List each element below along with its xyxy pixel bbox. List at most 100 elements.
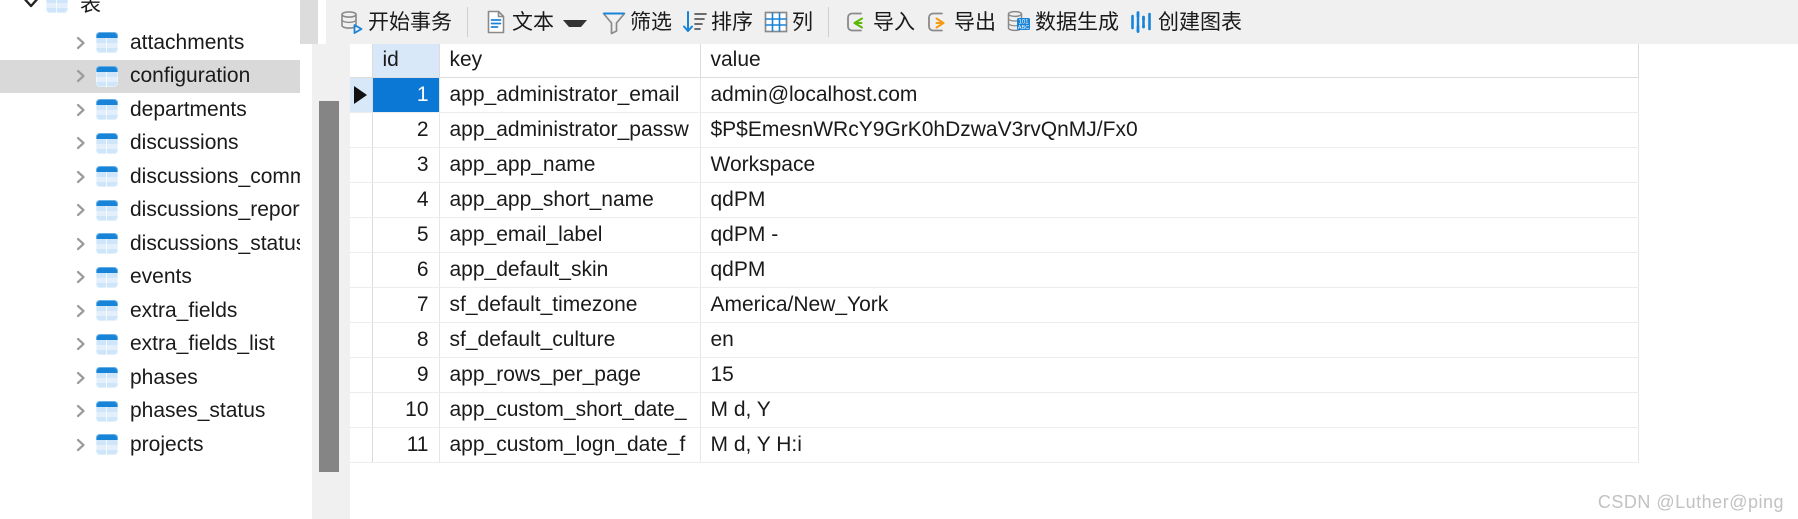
table-row[interactable]: 8 sf_default_culture en (350, 322, 1639, 358)
cell-key[interactable]: app_administrator_passw (439, 112, 701, 148)
table-row[interactable]: 6 app_default_skin qdPM (350, 252, 1639, 288)
tree-root-tables[interactable]: 表 (0, 0, 300, 26)
chevron-right-icon[interactable] (68, 135, 94, 151)
cell-value[interactable]: en (700, 322, 1639, 358)
cell-value[interactable]: $P$EmesnWRcY9GrK0hDzwaV3rvQnMJ/Fx0 (700, 112, 1639, 148)
sidebar-item-events[interactable]: events (0, 261, 300, 295)
sidebar-item-projects[interactable]: projects (0, 428, 300, 462)
row-gutter-cell[interactable] (350, 77, 373, 113)
row-gutter-cell[interactable] (350, 147, 373, 183)
toolbar-begin-transaction-button[interactable]: 开始事务 (334, 4, 457, 40)
table-row[interactable]: 9 app_rows_per_page 15 (350, 357, 1639, 393)
cell-key[interactable]: sf_default_timezone (439, 287, 701, 323)
table-row[interactable]: 2 app_administrator_passw $P$EmesnWRcY9GrK… (350, 112, 1639, 148)
cell-value[interactable]: qdPM - (700, 217, 1639, 253)
cell-id[interactable]: 1 (372, 77, 440, 113)
cell-value[interactable]: qdPM (700, 182, 1639, 218)
cell-key[interactable]: app_custom_short_date_ (439, 392, 701, 428)
toolbar-sort-button[interactable]: 排序 (677, 4, 758, 40)
chevron-right-icon[interactable] (68, 102, 94, 118)
chevron-right-icon[interactable] (68, 236, 94, 252)
cell-value[interactable]: America/New_York (700, 287, 1639, 323)
table-row[interactable]: 7 sf_default_timezone America/New_York (350, 287, 1639, 323)
cell-id[interactable]: 9 (372, 357, 440, 393)
toolbar-export-button[interactable]: 导出 (920, 4, 1001, 40)
row-gutter-cell[interactable] (350, 322, 373, 358)
toolbar-import-button[interactable]: 导入 (839, 4, 920, 40)
object-tree-sidebar[interactable]: 表 attachments configuration departments … (0, 0, 300, 519)
cell-id[interactable]: 7 (372, 287, 440, 323)
row-gutter-cell[interactable] (350, 182, 373, 218)
table-row[interactable]: 3 app_app_name Workspace (350, 147, 1639, 183)
cell-key[interactable]: app_rows_per_page (439, 357, 701, 393)
table-row[interactable]: 1 app_administrator_email admin@localhost.… (350, 77, 1639, 113)
chevron-down-icon[interactable] (18, 0, 44, 12)
grid-scrollbar-thumb[interactable] (319, 101, 339, 472)
cell-value[interactable]: Workspace (700, 147, 1639, 183)
grid-toolbar[interactable]: 开始事务 文本 筛选 排序 列 导入 导出 101 ABC 数据生成 创建图表 (326, 0, 1798, 44)
cell-value[interactable]: M d, Y (700, 392, 1639, 428)
cell-key[interactable]: sf_default_culture (439, 322, 701, 358)
toolbar-text-view-button[interactable]: 文本 (478, 4, 596, 40)
row-gutter-cell[interactable] (350, 392, 373, 428)
cell-key[interactable]: app_custom_logn_date_f (439, 427, 701, 463)
data-grid[interactable]: id key value 1 app_administrator_email adm… (350, 44, 1798, 519)
cell-id[interactable]: 11 (372, 427, 440, 463)
chevron-right-icon[interactable] (68, 303, 94, 319)
column-header-id[interactable]: id (372, 44, 440, 78)
sidebar-item-discussions-comments[interactable]: discussions_comments (0, 160, 300, 194)
sidebar-item-phases-status[interactable]: phases_status (0, 395, 300, 429)
row-gutter-cell[interactable] (350, 217, 373, 253)
sidebar-item-extra-fields[interactable]: extra_fields (0, 294, 300, 328)
cell-key[interactable]: app_app_short_name (439, 182, 701, 218)
data-grid-body[interactable]: 1 app_administrator_email admin@localhost.… (350, 77, 1639, 463)
chevron-right-icon[interactable] (68, 336, 94, 352)
cell-value[interactable]: 15 (700, 357, 1639, 393)
chevron-right-icon[interactable] (68, 403, 94, 419)
cell-key[interactable]: app_default_skin (439, 252, 701, 288)
table-row[interactable]: 11 app_custom_logn_date_f M d, Y H:i (350, 427, 1639, 463)
chevron-down-icon[interactable] (563, 19, 587, 27)
row-gutter-cell[interactable] (350, 252, 373, 288)
toolbar-data-generation-button[interactable]: 101 ABC 数据生成 (1001, 4, 1124, 40)
sidebar-item-discussions-statuses[interactable]: discussions_statuses (0, 227, 300, 261)
toolbar-create-chart-button[interactable]: 创建图表 (1124, 4, 1247, 40)
cell-id[interactable]: 8 (372, 322, 440, 358)
sidebar-item-discussions-reports[interactable]: discussions_reports (0, 194, 300, 228)
chevron-right-icon[interactable] (68, 437, 94, 453)
cell-value[interactable]: M d, Y H:i (700, 427, 1639, 463)
table-row[interactable]: 10 app_custom_short_date_ M d, Y (350, 392, 1639, 428)
sidebar-scrollbar-thumb[interactable] (300, 0, 318, 44)
cell-id[interactable]: 3 (372, 147, 440, 183)
cell-id[interactable]: 10 (372, 392, 440, 428)
sidebar-item-departments[interactable]: departments (0, 93, 300, 127)
row-gutter-cell[interactable] (350, 427, 373, 463)
column-header-value[interactable]: value (700, 44, 1639, 78)
sidebar-item-configuration[interactable]: configuration (0, 59, 300, 93)
cell-key[interactable]: app_email_label (439, 217, 701, 253)
sidebar-item-extra-fields-list[interactable]: extra_fields_list (0, 328, 300, 362)
cell-id[interactable]: 6 (372, 252, 440, 288)
chevron-right-icon[interactable] (68, 370, 94, 386)
column-header-key[interactable]: key (439, 44, 701, 78)
cell-key[interactable]: app_app_name (439, 147, 701, 183)
row-gutter-cell[interactable] (350, 287, 373, 323)
cell-id[interactable]: 2 (372, 112, 440, 148)
toolbar-columns-button[interactable]: 列 (758, 4, 818, 40)
chevron-right-icon[interactable] (68, 169, 94, 185)
row-gutter-cell[interactable] (350, 357, 373, 393)
sidebar-item-attachments[interactable]: attachments (0, 26, 300, 60)
table-row[interactable]: 5 app_email_label qdPM - (350, 217, 1639, 253)
cell-value[interactable]: qdPM (700, 252, 1639, 288)
chevron-right-icon[interactable] (68, 35, 94, 51)
row-gutter-cell[interactable] (350, 112, 373, 148)
chevron-right-icon[interactable] (68, 202, 94, 218)
cell-value[interactable]: admin@localhost.com (700, 77, 1639, 113)
cell-id[interactable]: 5 (372, 217, 440, 253)
sidebar-item-discussions[interactable]: discussions (0, 127, 300, 161)
sidebar-item-phases[interactable]: phases (0, 361, 300, 395)
chevron-right-icon[interactable] (68, 68, 94, 84)
cell-key[interactable]: app_administrator_email (439, 77, 701, 113)
table-row[interactable]: 4 app_app_short_name qdPM (350, 182, 1639, 218)
toolbar-filter-button[interactable]: 筛选 (596, 4, 677, 40)
